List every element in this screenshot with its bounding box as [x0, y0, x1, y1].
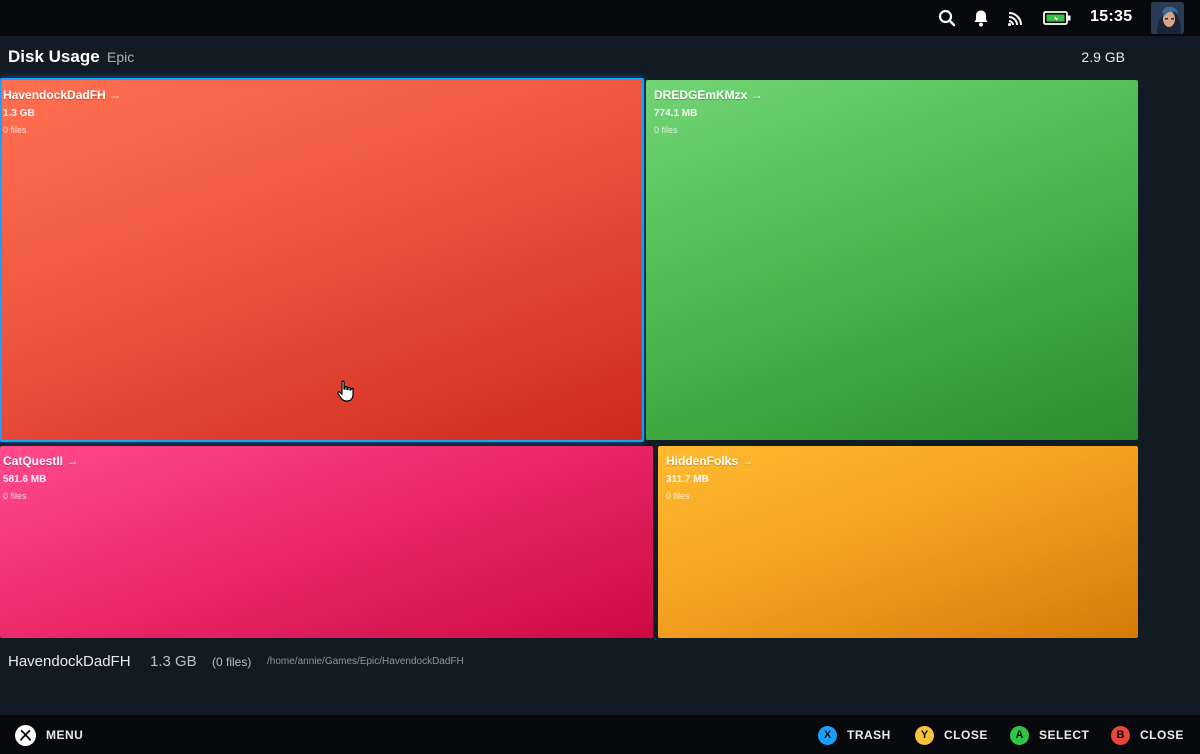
- page-subtitle: Epic: [107, 49, 135, 65]
- tile-name: DREDGEmKMzx →: [654, 88, 763, 102]
- selected-size: 1.3 GB: [150, 653, 197, 670]
- close-button-b[interactable]: B CLOSE: [1111, 725, 1184, 745]
- treemap-tile-dredgemkmzx[interactable]: DREDGEmKMzx → 774.1 MB 0 files: [646, 80, 1138, 440]
- tile-file-count: 0 files: [3, 125, 27, 135]
- close-label: CLOSE: [944, 728, 988, 742]
- search-icon[interactable]: [937, 8, 957, 28]
- x-button-icon: X: [818, 725, 837, 745]
- treemap-tile-hiddenfolks[interactable]: HiddenFolks → 311.7 MB 0 files: [658, 446, 1138, 638]
- close-button-y[interactable]: Y CLOSE: [915, 725, 988, 745]
- tile-size: 1.3 GB: [3, 108, 35, 119]
- trash-button[interactable]: X TRASH: [818, 725, 891, 745]
- status-bar: 15:35: [0, 0, 1200, 36]
- page-title: Disk Usage: [8, 47, 100, 66]
- trash-label: TRASH: [847, 728, 891, 742]
- tile-name: CatQuestII →: [3, 454, 79, 468]
- menu-button[interactable]: MENU: [15, 724, 84, 746]
- select-button[interactable]: A SELECT: [1010, 725, 1089, 745]
- controller-hint-bar: MENU X TRASH Y CLOSE A SELECT B CLOSE: [0, 715, 1200, 754]
- tile-name: HavendockDadFH →: [3, 88, 122, 102]
- bell-icon[interactable]: [971, 8, 991, 28]
- xbox-logo-icon: [15, 724, 36, 746]
- battery-icon[interactable]: [1043, 8, 1071, 28]
- a-button-icon: A: [1010, 725, 1029, 745]
- avatar[interactable]: [1151, 2, 1184, 34]
- cast-icon[interactable]: [1006, 8, 1026, 28]
- treemap-tile-catquestii[interactable]: CatQuestII → 581.6 MB 0 files: [0, 446, 653, 638]
- clock: 15:35: [1090, 8, 1133, 25]
- select-label: SELECT: [1039, 728, 1090, 742]
- tile-size: 581.6 MB: [3, 474, 47, 485]
- tile-file-count: 0 files: [654, 125, 678, 135]
- selected-file-count: (0 files): [212, 655, 252, 669]
- treemap-tile-havendockdadfh[interactable]: HavendockDadFH → 1.3 GB 0 files: [0, 78, 644, 442]
- tile-file-count: 0 files: [666, 491, 690, 501]
- tile-file-count: 0 files: [3, 491, 27, 501]
- tile-size: 311.7 MB: [666, 474, 709, 485]
- disk-usage-app: 15:35 Disk Usage Epic 2.9 GB HavendockDa…: [0, 0, 1200, 754]
- total-size: 2.9 GB: [1081, 49, 1125, 65]
- hand-cursor-icon: [336, 380, 356, 402]
- tile-name: HiddenFolks →: [666, 454, 754, 468]
- menu-label: MENU: [46, 728, 84, 742]
- selected-path: /home/annie/Games/Epic/HavendockDadFH: [267, 656, 464, 667]
- close-label: CLOSE: [1140, 728, 1184, 742]
- tile-size: 774.1 MB: [654, 108, 698, 119]
- y-button-icon: Y: [915, 725, 934, 745]
- page-header: Disk Usage Epic 2.9 GB: [0, 36, 1200, 76]
- selected-name: HavendockDadFH: [8, 653, 131, 670]
- selection-info: HavendockDadFH 1.3 GB (0 files) /home/an…: [0, 642, 1200, 678]
- b-button-icon: B: [1111, 725, 1130, 745]
